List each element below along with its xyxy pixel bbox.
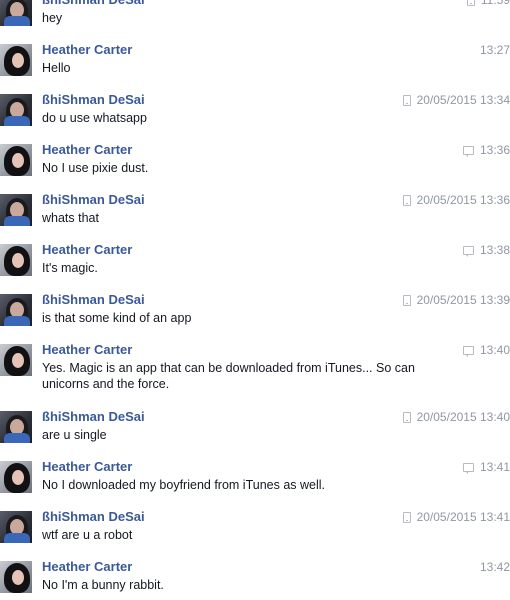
chat-icon xyxy=(462,245,474,257)
timestamp: 20/05/2015 13:40 xyxy=(416,410,510,424)
avatar[interactable] xyxy=(0,561,32,593)
message-meta: 13:38 xyxy=(462,243,510,257)
sender-name[interactable]: ßhiShman DeSai xyxy=(42,192,145,207)
avatar[interactable] xyxy=(0,194,32,226)
timestamp: 13:42 xyxy=(479,560,510,574)
message-thread: ßhiShman DeSai hey 11:59 Heather Carter Hell… xyxy=(0,0,510,600)
timestamp: 11:59 xyxy=(480,0,510,7)
phone-icon xyxy=(402,411,411,423)
message-text: whats that xyxy=(42,211,99,225)
message-meta: 13:41 xyxy=(462,460,510,474)
avatar[interactable] xyxy=(0,94,32,126)
phone-icon xyxy=(402,94,411,106)
timestamp: 13:36 xyxy=(479,143,510,157)
message-text: hey xyxy=(42,11,63,25)
message-text: do u use whatsapp xyxy=(42,111,147,125)
sender-name[interactable]: ßhiShman DeSai xyxy=(42,92,145,107)
message-meta: 13:27 xyxy=(480,43,510,57)
sender-name[interactable]: Heather Carter xyxy=(42,142,132,157)
chat-icon xyxy=(462,145,474,157)
phone-icon xyxy=(402,194,411,206)
message-text: No I'm a bunny rabbit. xyxy=(42,578,164,592)
message-text: is that some kind of an app xyxy=(42,311,192,325)
sender-name[interactable]: ßhiShman DeSai xyxy=(42,409,145,424)
message-meta: 11:59 xyxy=(466,0,510,7)
avatar[interactable] xyxy=(0,0,32,26)
phone-icon xyxy=(402,511,411,523)
sender-name[interactable]: Heather Carter xyxy=(42,42,132,57)
chat-icon xyxy=(462,462,474,474)
message-meta: 20/05/2015 13:40 xyxy=(402,410,510,424)
timestamp: 13:40 xyxy=(479,343,510,357)
avatar[interactable] xyxy=(0,144,32,176)
message-text: No I use pixie dust. xyxy=(42,161,149,175)
message-text: wtf are u a robot xyxy=(42,528,133,542)
avatar[interactable] xyxy=(0,244,32,276)
message-meta: 20/05/2015 13:41 xyxy=(402,510,510,524)
sender-name[interactable]: ßhiShman DeSai xyxy=(42,292,145,307)
timestamp: 13:41 xyxy=(479,460,510,474)
avatar[interactable] xyxy=(0,294,32,326)
timestamp: 20/05/2015 13:41 xyxy=(416,510,510,524)
avatar[interactable] xyxy=(0,511,32,543)
phone-icon xyxy=(466,0,475,6)
sender-name[interactable]: ßhiShman DeSai xyxy=(42,0,145,7)
sender-name[interactable]: ßhiShman DeSai xyxy=(42,509,145,524)
timestamp: 20/05/2015 13:39 xyxy=(416,293,510,307)
message-meta: 13:40 xyxy=(462,343,510,357)
sender-name[interactable]: Heather Carter xyxy=(42,459,132,474)
message-meta: 20/05/2015 13:34 xyxy=(402,93,510,107)
message-text: It's magic. xyxy=(42,261,98,275)
timestamp: 20/05/2015 13:36 xyxy=(416,193,510,207)
message-text: are u single xyxy=(42,428,107,442)
phone-icon xyxy=(402,294,411,306)
message-meta: 13:42 xyxy=(480,560,510,574)
avatar[interactable] xyxy=(0,44,32,76)
sender-name[interactable]: Heather Carter xyxy=(42,342,132,357)
message-meta: 20/05/2015 13:39 xyxy=(402,293,510,307)
avatar[interactable] xyxy=(0,461,32,493)
avatar[interactable] xyxy=(0,344,32,376)
sender-name[interactable]: Heather Carter xyxy=(42,242,132,257)
message-text: Hello xyxy=(42,61,71,75)
timestamp: 13:38 xyxy=(479,243,510,257)
sender-name[interactable]: Heather Carter xyxy=(42,559,132,574)
timestamp: 20/05/2015 13:34 xyxy=(416,93,510,107)
message-meta: 13:36 xyxy=(462,143,510,157)
message-meta: 20/05/2015 13:36 xyxy=(402,193,510,207)
message-text: Yes. Magic is an app that can be downloa… xyxy=(42,361,415,391)
message-text: No I downloaded my boyfriend from iTunes… xyxy=(42,478,326,492)
chat-icon xyxy=(462,345,474,357)
avatar[interactable] xyxy=(0,411,32,443)
timestamp: 13:27 xyxy=(479,43,510,57)
